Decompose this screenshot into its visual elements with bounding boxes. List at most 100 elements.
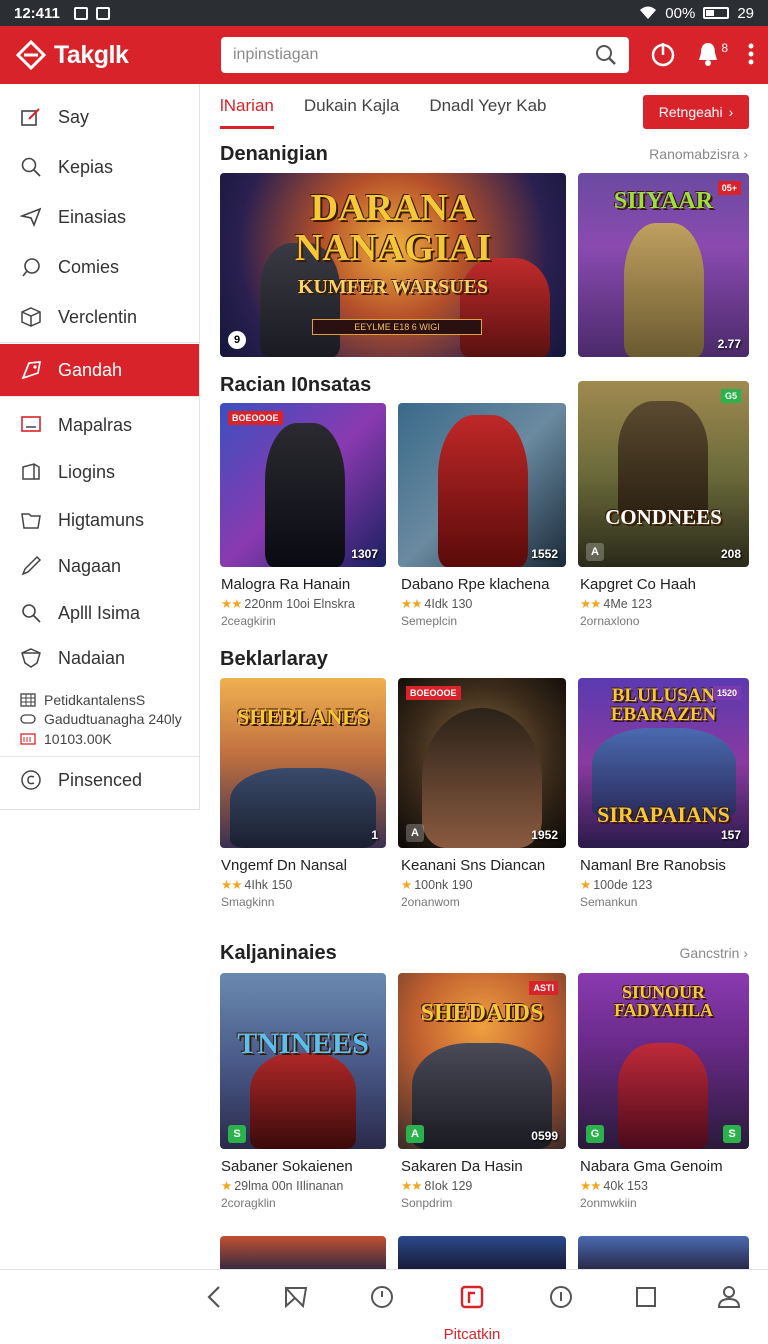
- sidebar-mini-item[interactable]: Gadudtuanagha 240ly: [20, 711, 182, 727]
- game-subtitle: Semankun: [580, 895, 638, 909]
- nav-profile[interactable]: [709, 1284, 749, 1310]
- sidebar-item-comies[interactable]: Comies: [0, 242, 199, 292]
- see-all-categories[interactable]: Gancstrin ›: [680, 945, 748, 961]
- send-icon: [285, 1287, 308, 1309]
- nav-store-active[interactable]: Pitcatkin: [444, 1284, 500, 1343]
- game-art-title: SHEDAIDS: [420, 1000, 544, 1026]
- tab-dnadl-yeyr-kab[interactable]: Dnadl Yeyr Kab: [429, 96, 546, 129]
- nav-info[interactable]: [541, 1284, 581, 1310]
- sidebar-item-label: Aplll Isima: [58, 602, 141, 623]
- sidebar-item-liogins[interactable]: Liogins: [0, 447, 199, 497]
- sidebar-item-mapalras[interactable]: Mapalras: [0, 400, 199, 450]
- folder-icon: [21, 513, 41, 529]
- nav-back[interactable]: [195, 1284, 235, 1310]
- game-card-meta: Namanl Bre Ranobsis ★ 100de 123 Semankun: [580, 857, 750, 909]
- sidebar-item-kepias[interactable]: Kepias: [0, 142, 199, 192]
- game-card-thumb[interactable]: BLULUSAN EBARAZEN SIRAPAIANS 1520 157: [578, 678, 749, 848]
- sidebar-mini-item[interactable]: PetidkantalensS: [20, 692, 145, 708]
- sidebar-item-aplll-isima[interactable]: Aplll Isima: [0, 588, 199, 638]
- card-tag: ASTI: [529, 981, 558, 995]
- power-icon[interactable]: [650, 40, 676, 68]
- game-card-thumb[interactable]: BOEOOOE 1307: [220, 403, 386, 567]
- game-title[interactable]: Malogra Ra Hanain: [221, 576, 391, 593]
- game-card-thumb[interactable]: SHEBLANES 1: [220, 678, 386, 848]
- sidebar-item-label: Comies: [58, 256, 120, 277]
- bell-icon: [699, 43, 718, 66]
- cta-button[interactable]: Retngeahi ›: [643, 95, 749, 129]
- game-card-thumb[interactable]: BOEOOOE A 1952: [398, 678, 566, 848]
- search-input[interactable]: [233, 46, 595, 64]
- featured-banner-main[interactable]: DARANA NANAGIAI KUMFER WARSUES EEYLME E1…: [220, 173, 566, 357]
- game-card-thumb-partial[interactable]: [220, 1236, 386, 1269]
- store-icon: A: [586, 543, 604, 561]
- card-badge: 1552: [531, 547, 558, 561]
- game-title[interactable]: Keanani Sns Diancan: [401, 857, 571, 874]
- card-icon: [20, 733, 36, 745]
- content-tabs: lNarian Dukain Kajla Dnadl Yeyr Kab: [220, 96, 547, 129]
- game-card-thumb[interactable]: TNINEES S: [220, 973, 386, 1149]
- star-icon: ★★: [580, 1179, 601, 1193]
- game-title[interactable]: Kapgret Co Haah: [580, 576, 750, 593]
- game-title[interactable]: Sabaner Sokaienen: [221, 1158, 391, 1175]
- sidebar-item-pinsenced[interactable]: Pinsenced: [0, 755, 199, 805]
- notification-count: 8: [721, 41, 728, 55]
- sidebar-item-gandah[interactable]: Gandah: [0, 344, 199, 396]
- game-card-thumb[interactable]: SIUNOUR FADYAHLA G S: [578, 973, 749, 1149]
- game-artwork: [220, 1236, 386, 1269]
- chat-icon: [22, 258, 40, 277]
- sidebar-item-nagaan[interactable]: Nagaan: [0, 541, 199, 591]
- more-vert-icon[interactable]: [748, 43, 754, 65]
- square-icon: [636, 1287, 656, 1307]
- game-card-thumb[interactable]: 1552: [398, 403, 566, 567]
- tab-narian[interactable]: lNarian: [220, 96, 274, 129]
- logo-icon: [16, 40, 46, 70]
- game-subtitle: Smagkinn: [221, 895, 275, 909]
- game-card-meta: Nabara Gma Genoim ★★ 40k 153 2onmwkiin: [580, 1158, 750, 1210]
- search-bar[interactable]: [221, 37, 629, 73]
- game-card-meta: Vngemf Dn Nansal ★★ 4Ihk 150 Smagkinn: [221, 857, 391, 909]
- card-badge: 1952: [531, 828, 558, 842]
- store-icon: A: [406, 824, 424, 842]
- game-subtitle: 2ornaxlono: [580, 614, 640, 628]
- rating-text: 8Iok 129: [424, 1179, 473, 1193]
- star-icon: ★★: [401, 597, 422, 611]
- gallery-icon: [73, 6, 88, 20]
- sidebar-item-higtamuns[interactable]: Higtamuns: [0, 495, 199, 545]
- sidebar-mini-item[interactable]: 10103.00K: [20, 731, 112, 747]
- sidebar-item-verclentin[interactable]: Verclentin: [0, 292, 199, 342]
- edit-square-icon: [21, 108, 40, 126]
- game-rating: ★★ 8Iok 129: [401, 1178, 571, 1193]
- status-right: 00% 29: [639, 5, 754, 22]
- game-card-thumb[interactable]: CONDNEES G5 A 208: [578, 381, 749, 567]
- sidebar-item-say[interactable]: Say: [0, 92, 199, 142]
- card-badge: 1: [371, 828, 378, 842]
- sidebar-item-label: Einasias: [58, 206, 127, 227]
- tab-dukain-kajla[interactable]: Dukain Kajla: [304, 96, 399, 129]
- sidebar-item-einasias[interactable]: Einasias: [0, 192, 199, 242]
- game-art-title: SIUNOUR FADYAHLA: [613, 982, 713, 1020]
- game-title[interactable]: Dabano Rpe klachena: [401, 576, 571, 593]
- game-card-thumb-partial[interactable]: [398, 1236, 566, 1269]
- nav-send[interactable]: [276, 1284, 316, 1310]
- sidebar-divider: [0, 396, 199, 397]
- nav-history[interactable]: [362, 1284, 402, 1310]
- sidebar-item-nadaian[interactable]: Nadaian: [0, 633, 199, 683]
- card-tag: BOEOOOE: [406, 686, 461, 700]
- game-title[interactable]: Vngemf Dn Nansal: [221, 857, 391, 874]
- card-badge: S: [723, 1125, 741, 1143]
- game-title[interactable]: Sakaren Da Hasin: [401, 1158, 571, 1175]
- search-icon[interactable]: [595, 44, 617, 66]
- profile-icon: [717, 1286, 741, 1308]
- notification-button[interactable]: 8: [696, 41, 728, 67]
- game-card-thumb[interactable]: SHEDAIDS ASTI A 0599: [398, 973, 566, 1149]
- store-icon: [460, 1285, 484, 1309]
- see-all-featured[interactable]: Ranomabzisra ›: [649, 146, 748, 162]
- game-title[interactable]: Namanl Bre Ranobsis: [580, 857, 750, 874]
- game-title[interactable]: Nabara Gma Genoim: [580, 1158, 750, 1175]
- game-card-thumb-partial[interactable]: [578, 1236, 749, 1269]
- nav-overview[interactable]: [626, 1284, 666, 1310]
- featured-banner-side[interactable]: SIIYAAR 05+ 2.77: [578, 173, 749, 357]
- card-badge: 1307: [351, 547, 378, 561]
- banner-title-line1: DARANA: [310, 187, 476, 229]
- game-card-meta: Keanani Sns Diancan ★ 100nk 190 2onanwom: [401, 857, 571, 909]
